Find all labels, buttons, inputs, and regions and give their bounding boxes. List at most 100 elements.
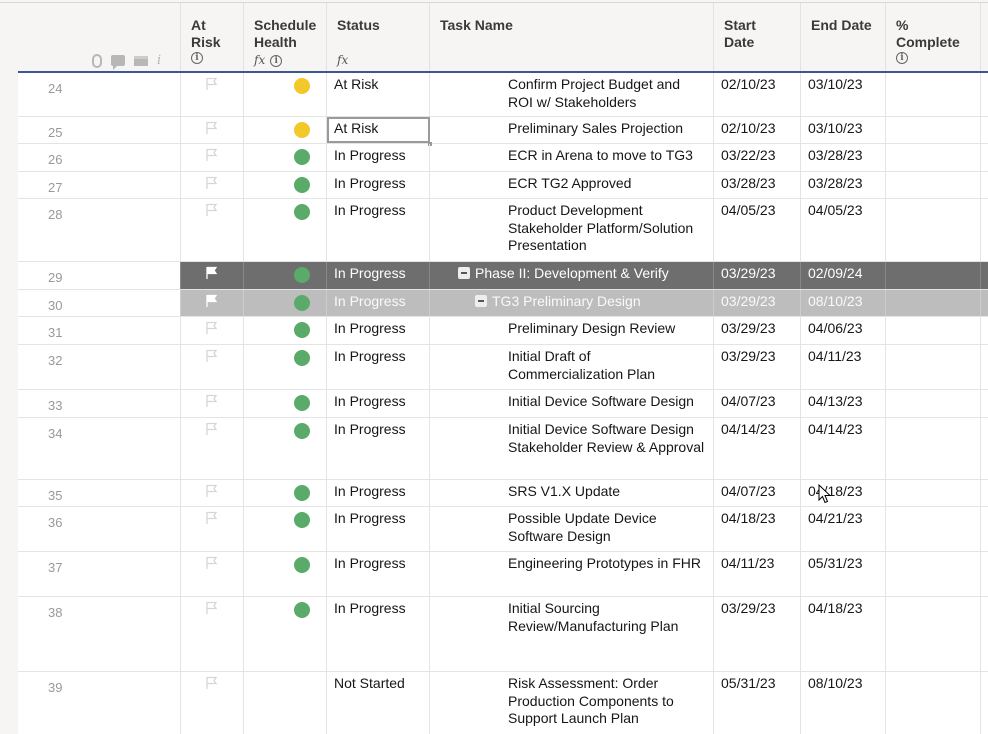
row-number[interactable]: 38 (18, 597, 181, 671)
pct-complete-cell[interactable] (886, 345, 981, 389)
start-date-cell[interactable]: 02/10/23 (714, 117, 801, 143)
at-risk-cell[interactable] (181, 117, 244, 143)
pct-complete-cell[interactable] (886, 552, 981, 596)
flag-icon[interactable] (205, 511, 219, 525)
table-row[interactable]: 36 In Progress Possible Update Device Soft… (18, 507, 988, 552)
flag-icon[interactable] (205, 121, 219, 135)
start-date-cell[interactable]: 05/31/23 (714, 672, 801, 734)
info-circle-icon[interactable]: i (896, 52, 908, 64)
flag-icon[interactable] (205, 349, 219, 363)
row-number[interactable]: 35 (18, 480, 181, 506)
table-row[interactable]: 25 At Risk Preliminary Sales Projection 02/… (18, 117, 988, 146)
pct-complete-cell[interactable] (886, 597, 981, 671)
task-name-cell[interactable]: Possible Update Device Software Design (430, 507, 714, 551)
schedule-health-cell[interactable] (244, 390, 327, 417)
start-date-cell[interactable]: 04/18/23 (714, 507, 801, 551)
end-date-cell[interactable]: 03/10/23 (801, 117, 886, 143)
end-date-cell[interactable]: 03/10/23 (801, 73, 886, 116)
row-number[interactable]: 39 (18, 672, 181, 734)
pct-complete-cell[interactable] (886, 117, 981, 143)
task-name-cell[interactable]: ECR TG2 Approved (430, 172, 714, 198)
status-cell[interactable]: In Progress (327, 552, 430, 596)
at-risk-cell[interactable] (181, 597, 244, 671)
schedule-health-cell[interactable] (244, 199, 327, 261)
task-name-cell[interactable]: Confirm Project Budget and ROI w/ Stakeh… (430, 73, 714, 116)
row-number[interactable]: 29 (18, 262, 181, 289)
schedule-health-cell[interactable] (244, 480, 327, 506)
schedule-health-cell[interactable] (244, 507, 327, 551)
at-risk-cell[interactable] (181, 480, 244, 506)
row-number[interactable]: 28 (18, 199, 181, 261)
row-number[interactable]: 36 (18, 507, 181, 551)
extra-cell[interactable] (981, 480, 988, 506)
column-header-at-risk[interactable]: At Risk i (181, 3, 244, 71)
extra-cell[interactable] (981, 172, 988, 198)
flag-icon[interactable] (205, 294, 219, 308)
row-number[interactable]: 26 (18, 144, 181, 171)
status-cell[interactable]: In Progress (327, 290, 430, 316)
at-risk-cell[interactable] (181, 290, 244, 316)
pct-complete-cell[interactable] (886, 317, 981, 344)
flag-icon[interactable] (205, 422, 219, 436)
task-name-cell[interactable]: Phase II: Development & Verify (430, 262, 714, 289)
start-date-cell[interactable]: 03/29/23 (714, 262, 801, 289)
end-date-cell[interactable]: 04/18/23 (801, 480, 886, 506)
at-risk-cell[interactable] (181, 390, 244, 417)
pct-complete-cell[interactable] (886, 262, 981, 289)
table-row[interactable]: 31 In Progress Preliminary Design Review 03… (18, 317, 988, 345)
flag-icon[interactable] (205, 266, 219, 280)
row-number[interactable]: 34 (18, 418, 181, 479)
task-name-cell[interactable]: Preliminary Design Review (430, 317, 714, 344)
end-date-cell[interactable]: 04/21/23 (801, 507, 886, 551)
row-number[interactable]: 24 (18, 73, 181, 116)
status-cell[interactable]: In Progress (327, 262, 430, 289)
at-risk-cell[interactable] (181, 552, 244, 596)
at-risk-cell[interactable] (181, 418, 244, 479)
row-number[interactable]: 37 (18, 552, 181, 596)
task-name-cell[interactable]: Risk Assessment: Order Production Compon… (430, 672, 714, 734)
row-number[interactable]: 33 (18, 390, 181, 417)
start-date-cell[interactable]: 04/11/23 (714, 552, 801, 596)
task-name-cell[interactable]: Product Development Stakeholder Platform… (430, 199, 714, 261)
extra-cell[interactable] (981, 418, 988, 479)
sub-parent-row[interactable]: 30 In Progress TG3 Preliminary Design 03/29… (18, 290, 988, 317)
task-name-cell[interactable]: Initial Device Software Design Stakehold… (430, 418, 714, 479)
table-row[interactable]: 24 At Risk Confirm Project Budget and ROI … (18, 73, 988, 117)
row-number[interactable]: 27 (18, 172, 181, 198)
table-row[interactable]: 27 In Progress ECR TG2 Approved 03/28/23 03/… (18, 172, 988, 199)
status-cell[interactable]: In Progress (327, 480, 430, 506)
column-header-end-date[interactable]: End Date (801, 3, 886, 71)
status-cell[interactable]: In Progress (327, 418, 430, 479)
end-date-cell[interactable]: 04/06/23 (801, 317, 886, 344)
start-date-cell[interactable]: 04/05/23 (714, 199, 801, 261)
status-cell[interactable]: In Progress (327, 144, 430, 171)
extra-cell[interactable] (981, 672, 988, 734)
schedule-health-cell[interactable] (244, 144, 327, 171)
extra-cell[interactable] (981, 317, 988, 344)
start-date-cell[interactable]: 04/07/23 (714, 390, 801, 417)
schedule-health-cell[interactable] (244, 73, 327, 116)
schedule-health-cell[interactable] (244, 117, 327, 143)
extra-cell[interactable] (981, 390, 988, 417)
at-risk-cell[interactable] (181, 199, 244, 261)
end-date-cell[interactable]: 04/18/23 (801, 597, 886, 671)
column-header-schedule-health[interactable]: Schedule Health fx i (244, 3, 327, 71)
table-row[interactable]: 35 In Progress SRS V1.X Update 04/07/23 04/1… (18, 480, 988, 507)
start-date-cell[interactable]: 04/14/23 (714, 418, 801, 479)
pct-complete-cell[interactable] (886, 390, 981, 417)
end-date-cell[interactable]: 04/11/23 (801, 345, 886, 389)
status-cell[interactable]: At Risk (327, 117, 432, 146)
task-name-cell[interactable]: SRS V1.X Update (430, 480, 714, 506)
flag-icon[interactable] (205, 77, 219, 91)
flag-icon[interactable] (205, 676, 219, 690)
end-date-cell[interactable]: 03/28/23 (801, 172, 886, 198)
flag-icon[interactable] (205, 321, 219, 335)
status-cell[interactable]: In Progress (327, 172, 430, 198)
schedule-health-cell[interactable] (244, 172, 327, 198)
extra-cell[interactable] (981, 507, 988, 551)
table-row[interactable]: 39 Not Started Risk Assessment: Order Prod… (18, 672, 988, 734)
task-name-cell[interactable]: Engineering Prototypes in FHR (430, 552, 714, 596)
table-row[interactable]: 32 In Progress Initial Draft of Commercial… (18, 345, 988, 390)
table-row[interactable]: 37 In Progress Engineering Prototypes in F… (18, 552, 988, 597)
start-date-cell[interactable]: 04/07/23 (714, 480, 801, 506)
